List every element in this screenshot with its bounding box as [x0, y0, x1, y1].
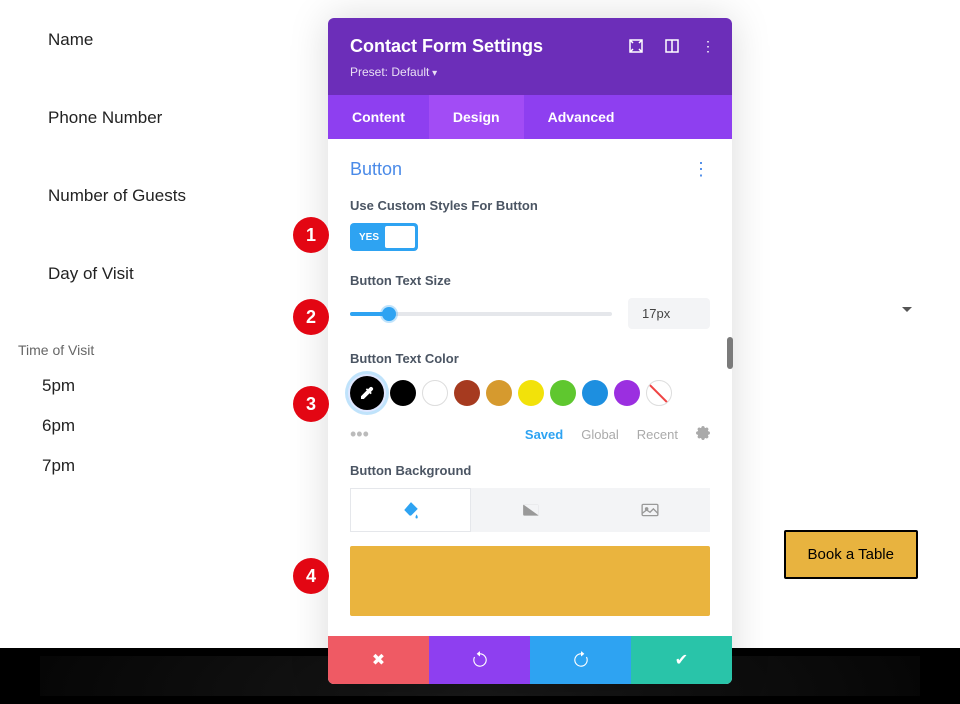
annotation-3: 3 — [293, 386, 329, 422]
section-title[interactable]: Button — [350, 159, 402, 180]
swatch-gold[interactable] — [486, 380, 512, 406]
layout-icon[interactable] — [664, 38, 680, 54]
text-size-label: Button Text Size — [350, 273, 710, 288]
settings-modal: Contact Form Settings Preset: Default ⋮ … — [328, 18, 732, 684]
swatch-white[interactable] — [422, 380, 448, 406]
scrollbar-handle[interactable] — [727, 337, 733, 369]
bg-fill-tab[interactable] — [350, 488, 471, 532]
slider-thumb[interactable] — [382, 307, 396, 321]
swatch-brown[interactable] — [454, 380, 480, 406]
tab-design[interactable]: Design — [429, 95, 524, 139]
annotation-2: 2 — [293, 299, 329, 335]
swatch-blue[interactable] — [582, 380, 608, 406]
annotation-1: 1 — [293, 217, 329, 253]
expand-icon[interactable] — [628, 38, 644, 54]
save-button[interactable]: ✔ — [631, 636, 732, 684]
toggle-yes-label: YES — [353, 232, 385, 243]
main-tabs: Content Design Advanced — [328, 95, 732, 139]
chevron-down-icon[interactable] — [902, 307, 912, 312]
text-size-value[interactable]: 17px — [628, 298, 710, 329]
more-vertical-icon[interactable]: ⋮ — [700, 38, 716, 54]
color-more-icon[interactable]: ••• — [350, 424, 369, 445]
bg-label: Button Background — [350, 463, 710, 478]
text-size-slider[interactable] — [350, 312, 612, 316]
redo-button[interactable] — [530, 636, 631, 684]
gear-icon[interactable] — [696, 426, 710, 443]
swatch-none[interactable] — [646, 380, 672, 406]
time-option-5pm[interactable]: 5pm — [42, 376, 252, 396]
section-more-icon[interactable]: ⋮ — [692, 159, 710, 180]
global-tab[interactable]: Global — [581, 427, 619, 442]
saved-tab[interactable]: Saved — [525, 427, 563, 442]
swatch-black[interactable] — [390, 380, 416, 406]
field-phone: Phone Number — [48, 108, 252, 128]
color-swatches — [350, 376, 710, 410]
undo-button[interactable] — [429, 636, 530, 684]
custom-styles-label: Use Custom Styles For Button — [350, 198, 710, 213]
toggle-knob — [385, 226, 415, 248]
field-guests: Number of Guests — [48, 186, 252, 206]
color-picker-button[interactable] — [350, 376, 384, 410]
bg-gradient-tab[interactable] — [471, 488, 590, 532]
text-color-label: Button Text Color — [350, 351, 710, 366]
preset-dropdown[interactable]: Preset: Default — [350, 65, 710, 79]
time-option-6pm[interactable]: 6pm — [42, 416, 252, 436]
swatch-yellow[interactable] — [518, 380, 544, 406]
recent-tab[interactable]: Recent — [637, 427, 678, 442]
modal-header: Contact Form Settings Preset: Default ⋮ — [328, 18, 732, 95]
time-label: Time of Visit — [18, 342, 252, 358]
bg-preview[interactable] — [350, 546, 710, 616]
annotation-4: 4 — [293, 558, 329, 594]
tab-advanced[interactable]: Advanced — [524, 95, 639, 139]
swatch-green[interactable] — [550, 380, 576, 406]
swatch-purple[interactable] — [614, 380, 640, 406]
book-table-button[interactable]: Book a Table — [784, 530, 918, 579]
custom-styles-toggle[interactable]: YES — [350, 223, 418, 251]
field-name: Name — [48, 30, 252, 50]
close-button[interactable]: ✖ — [328, 636, 429, 684]
field-day: Day of Visit — [48, 264, 252, 284]
time-option-7pm[interactable]: 7pm — [42, 456, 252, 476]
tab-content[interactable]: Content — [328, 95, 429, 139]
bg-image-tab[interactable] — [591, 488, 710, 532]
